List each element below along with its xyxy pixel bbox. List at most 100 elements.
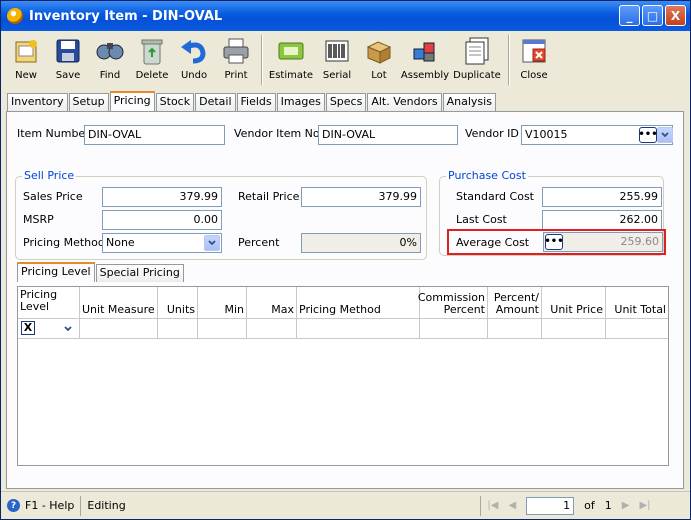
col-max[interactable]: Max (247, 287, 297, 318)
tab-images[interactable]: Images (276, 93, 325, 111)
app-icon (7, 8, 23, 24)
title-bar: Inventory Item - DIN-OVAL _ □ X (1, 1, 690, 31)
ellipsis-icon: ••• (544, 236, 564, 247)
tab-stock[interactable]: Stock (155, 93, 195, 111)
col-units[interactable]: Units (158, 287, 198, 318)
tab-setup[interactable]: Setup (68, 93, 109, 111)
mode-label: Editing (87, 499, 126, 512)
pricing-level-checkbox[interactable]: X (21, 321, 35, 335)
sales-price-field[interactable]: 379.99 (102, 187, 222, 207)
new-button[interactable]: New (5, 32, 47, 88)
vendor-dropdown-button[interactable] (657, 127, 673, 143)
retail-price-label: Retail Price (238, 190, 300, 203)
undo-icon (179, 36, 209, 66)
print-icon (221, 36, 251, 66)
undo-button[interactable]: Undo (173, 32, 215, 88)
duplicate-button[interactable]: Duplicate (450, 32, 504, 88)
percent-amount-cell[interactable] (488, 319, 542, 339)
tab-inventory[interactable]: Inventory (7, 93, 68, 111)
maximize-button[interactable]: □ (642, 5, 663, 26)
vendor-lookup-button[interactable]: ••• (638, 127, 658, 143)
grid-header: Pricing Level Unit Measure Units Min Max… (18, 287, 668, 319)
tab-fields[interactable]: Fields (236, 93, 276, 111)
lot-icon (364, 36, 394, 66)
first-record-icon[interactable]: |◀ (487, 500, 498, 511)
min-cell[interactable] (198, 319, 247, 339)
estimate-label: Estimate (268, 70, 314, 81)
pricing-method-dropdown-button[interactable] (204, 235, 220, 251)
unit-total-cell[interactable] (606, 319, 668, 339)
previous-record-icon[interactable]: ◀ (508, 500, 516, 511)
duplicate-label: Duplicate (453, 70, 501, 81)
help-segment[interactable]: ? F1 - Help (1, 495, 82, 516)
col-pricing-level[interactable]: Pricing Level (18, 287, 80, 318)
page-number-field[interactable]: 1 (526, 496, 575, 515)
tab-pricing-level[interactable]: Pricing Level (17, 262, 95, 282)
percent-field: 0% (301, 233, 421, 253)
standard-cost-field[interactable]: 255.99 (542, 187, 662, 207)
print-label: Print (224, 70, 248, 81)
col-min[interactable]: Min (198, 287, 247, 318)
percent-label: Percent (238, 236, 280, 249)
msrp-label: MSRP (23, 213, 54, 226)
tab-special-pricing[interactable]: Special Pricing (95, 264, 184, 282)
col-unit-price[interactable]: Unit Price (542, 287, 606, 318)
unit-price-cell[interactable] (542, 319, 606, 339)
assembly-icon (410, 36, 440, 66)
last-cost-label: Last Cost (456, 213, 507, 226)
col-pricing-method[interactable]: Pricing Method (297, 287, 420, 318)
pricing-level-cell[interactable]: X (18, 319, 80, 339)
chevron-down-icon (661, 132, 669, 138)
pricing-level-grid: Pricing Level Unit Measure Units Min Max… (17, 286, 669, 466)
inventory-item-window: Inventory Item - DIN-OVAL _ □ X New Save… (0, 0, 691, 520)
pricing-method-cell[interactable] (297, 319, 420, 339)
chevron-down-icon (208, 240, 216, 246)
tab-detail[interactable]: Detail (195, 93, 236, 111)
estimate-icon (276, 36, 306, 66)
next-record-icon[interactable]: ▶ (622, 500, 630, 511)
lot-button[interactable]: Lot (358, 32, 400, 88)
print-button[interactable]: Print (215, 32, 257, 88)
save-button[interactable]: Save (47, 32, 89, 88)
tab-analysis[interactable]: Analysis (442, 93, 496, 111)
item-number-field[interactable]: DIN-OVAL (84, 125, 225, 145)
vendor-item-field[interactable]: DIN-OVAL (318, 125, 458, 145)
estimate-button[interactable]: Estimate (266, 32, 316, 88)
tab-alt-vendors[interactable]: Alt. Vendors (367, 93, 442, 111)
vendor-id-label: Vendor ID (465, 127, 519, 140)
serial-button[interactable]: Serial (316, 32, 358, 88)
assembly-button[interactable]: Assembly (400, 32, 450, 88)
chevron-down-icon[interactable] (64, 326, 72, 332)
delete-button[interactable]: Delete (131, 32, 173, 88)
commission-percent-cell[interactable] (420, 319, 488, 339)
max-cell[interactable] (247, 319, 297, 339)
close-window-button[interactable]: X (665, 5, 686, 26)
find-button[interactable]: Find (89, 32, 131, 88)
of-label: of (584, 499, 595, 512)
minimize-button[interactable]: _ (619, 5, 640, 26)
sales-price-label: Sales Price (23, 190, 83, 203)
average-cost-detail-button[interactable]: ••• (544, 234, 564, 250)
msrp-field[interactable]: 0.00 (102, 210, 222, 230)
retail-price-field[interactable]: 379.99 (301, 187, 421, 207)
last-cost-field[interactable]: 262.00 (542, 210, 662, 230)
close-button[interactable]: Close (513, 32, 555, 88)
col-unit-total[interactable]: Unit Total (606, 287, 668, 318)
toolbar-separator (508, 35, 509, 85)
delete-label: Delete (135, 70, 169, 81)
tab-specs[interactable]: Specs (325, 93, 367, 111)
unit-measure-cell[interactable] (80, 319, 158, 339)
last-record-icon[interactable]: ▶| (639, 500, 650, 511)
col-unit-measure[interactable]: Unit Measure (80, 287, 158, 318)
purchase-cost-title: Purchase Cost (446, 169, 528, 182)
tab-pricing[interactable]: Pricing (109, 91, 155, 111)
close-label: Close (520, 70, 548, 81)
window-title: Inventory Item - DIN-OVAL (29, 8, 223, 24)
toolbar: New Save Find Delete Undo Print Estimate (5, 32, 688, 89)
save-icon (53, 36, 83, 66)
duplicate-icon (462, 36, 492, 66)
units-cell[interactable] (158, 319, 198, 339)
total-pages: 1 (604, 499, 612, 512)
col-percent-amount[interactable]: Percent/ Amount (488, 287, 542, 318)
col-commission-percent[interactable]: Commission Percent (418, 287, 488, 318)
